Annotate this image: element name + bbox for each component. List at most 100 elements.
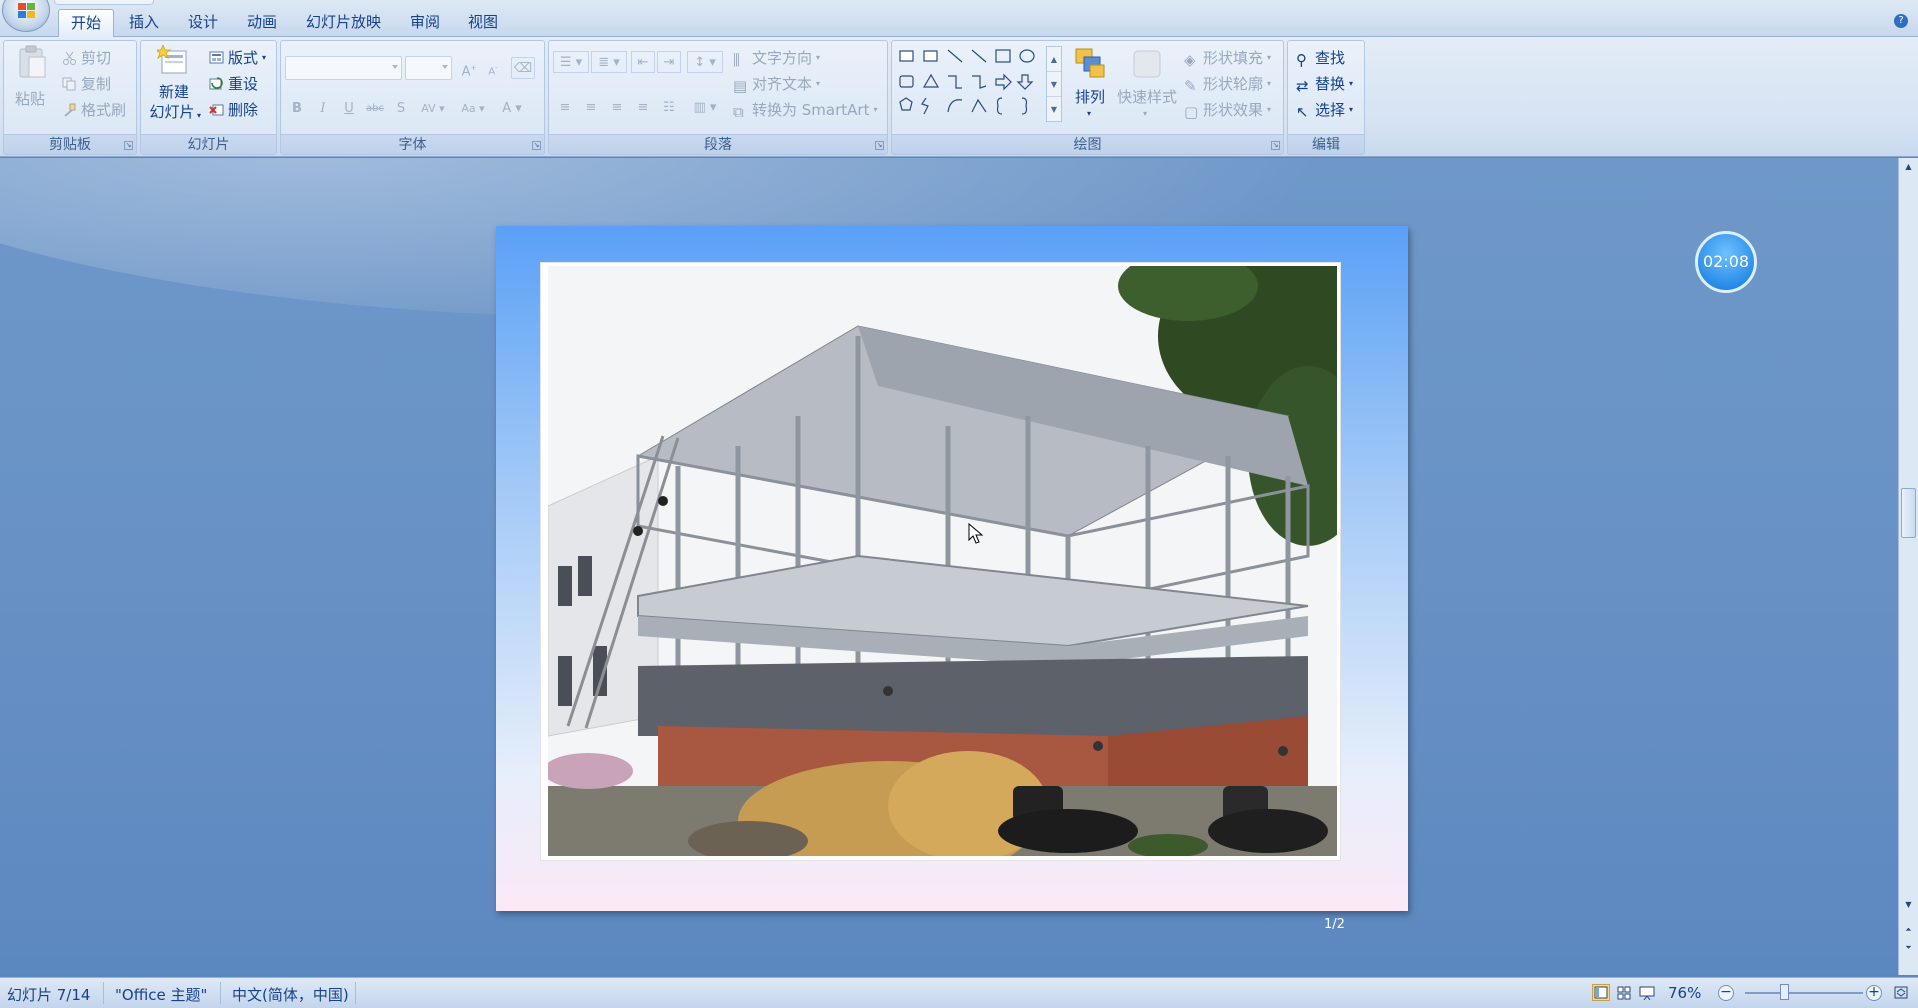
cut-label: 剪切 xyxy=(81,49,112,67)
shapes-gallery[interactable] xyxy=(896,46,1046,122)
replace-button[interactable]: ⇄ 替换 ▾ xyxy=(1296,73,1353,95)
zoom-out-icon[interactable]: − xyxy=(1718,985,1734,1001)
align-text-button[interactable]: ▤ 对齐文本 ▾ xyxy=(733,73,820,95)
office-button[interactable] xyxy=(2,0,50,32)
tab-review[interactable]: 审阅 xyxy=(398,9,452,37)
slide-editing-pane[interactable]: 1/2 xyxy=(0,158,1898,975)
line-spacing-button[interactable]: ↕ ▾ xyxy=(687,51,723,73)
align-left-button[interactable]: ≡ xyxy=(553,97,577,119)
fit-to-window-icon[interactable] xyxy=(1892,984,1910,1001)
clipboard-dialog-launcher-icon[interactable]: ↘ xyxy=(124,141,133,150)
bullets-button[interactable]: ☰ ▾ xyxy=(553,51,589,73)
zoom-in-icon[interactable]: + xyxy=(1866,985,1882,1001)
scroll-up-icon[interactable]: ▲ xyxy=(1901,160,1916,174)
paint-bucket-icon: ◈ xyxy=(1184,50,1196,69)
delete-slide-button[interactable]: 删除 xyxy=(209,99,258,120)
quick-styles-button[interactable]: 快速样式 ▾ xyxy=(1114,45,1180,131)
text-direction-button[interactable]: ⫼ 文字方向 ▾ xyxy=(733,47,820,69)
help-icon[interactable]: ? xyxy=(1894,14,1908,28)
layout-button[interactable]: 版式 ▾ xyxy=(209,47,266,68)
tab-insert[interactable]: 插入 xyxy=(117,9,171,37)
numbering-button[interactable]: ≣ ▾ xyxy=(591,51,627,73)
increase-indent-button[interactable]: ⇥ xyxy=(657,51,681,73)
font-name-combo[interactable] xyxy=(285,56,402,80)
decrease-indent-button[interactable]: ⇤ xyxy=(631,51,655,73)
new-slide-button[interactable]: 新建 幻灯片 ▾ xyxy=(144,45,204,133)
shape-effects-label: 形状效果 xyxy=(1203,101,1264,119)
status-bar: 幻灯片 7/14 "Office 主题" 中文(简体，中国) 76% − + xyxy=(0,977,1918,1008)
scroll-down-icon[interactable]: ▼ xyxy=(1901,898,1916,912)
shape-effects-button[interactable]: ▢ 形状效果 ▾ xyxy=(1184,99,1271,121)
columns-button[interactable]: ▥ ▾ xyxy=(687,97,723,119)
justify-icon: ≡ xyxy=(637,100,649,115)
tab-view[interactable]: 视图 xyxy=(456,9,510,37)
language-indicator[interactable]: 中文(简体，中国) xyxy=(232,984,349,1005)
status-separator xyxy=(355,982,356,1004)
quick-access-toolbar[interactable] xyxy=(54,0,154,5)
align-right-button[interactable]: ≡ xyxy=(605,97,629,119)
text-direction-icon: ⫼ xyxy=(733,50,740,69)
align-center-button[interactable]: ≡ xyxy=(579,97,603,119)
convert-smartart-button[interactable]: ⧉ 转换为 SmartArt ▾ xyxy=(733,99,877,121)
timer-badge: 02:08 xyxy=(1695,231,1757,293)
change-case-button[interactable]: Aa ▾ xyxy=(457,98,489,120)
previous-slide-icon[interactable]: ⏶ xyxy=(1901,923,1916,937)
find-button[interactable]: ⚲ 查找 xyxy=(1296,47,1346,69)
editing-group-label: 编辑 xyxy=(1288,134,1364,154)
chevron-up-icon[interactable]: ▲ xyxy=(1047,47,1061,72)
tab-design[interactable]: 设计 xyxy=(176,9,230,37)
theme-name: "Office 主题" xyxy=(115,986,208,1004)
next-slide-icon[interactable]: ⏷ xyxy=(1901,941,1916,955)
justify-button[interactable]: ≡ xyxy=(631,97,655,119)
paragraph-dialog-launcher-icon[interactable]: ↘ xyxy=(875,141,884,150)
arrange-button[interactable]: 排列 ▾ xyxy=(1068,45,1112,131)
font-dialog-launcher-icon[interactable]: ↘ xyxy=(532,141,541,150)
find-label: 查找 xyxy=(1315,49,1346,67)
zoom-slider-track[interactable] xyxy=(1745,992,1863,994)
italic-button[interactable]: I xyxy=(311,98,335,120)
normal-view-icon[interactable] xyxy=(1592,984,1610,1001)
copy-button[interactable]: 复制 xyxy=(62,73,111,94)
new-slide-icon xyxy=(157,45,187,74)
format-painter-button[interactable]: 格式刷 xyxy=(62,99,126,120)
new-slide-label-line2: 幻灯片 xyxy=(149,103,195,121)
shrink-font-button[interactable]: A- xyxy=(481,57,505,79)
zoom-slider-thumb[interactable] xyxy=(1780,984,1789,1000)
drawing-group: ▲ ▼ ▼ 排列 ▾ 快速样式 ▾ ◈ 形状填充 ▾ ✎ 形状轮廓 ▾ ▢ 形状效果 ▾ 绘图 … xyxy=(891,40,1284,155)
bold-button[interactable]: B xyxy=(285,98,309,120)
reset-button[interactable]: 重设 xyxy=(209,73,258,94)
slide-show-view-icon[interactable] xyxy=(1638,984,1656,1001)
text-shadow-button[interactable]: S xyxy=(389,98,413,120)
distributed-button[interactable]: ☷ xyxy=(657,97,681,119)
tab-animations[interactable]: 动画 xyxy=(235,9,289,37)
shapes-gallery-scroll[interactable]: ▲ ▼ ▼ xyxy=(1046,46,1062,122)
grow-font-button[interactable]: A+ xyxy=(457,57,481,79)
font-color-button[interactable]: A ▾ xyxy=(495,98,529,120)
slide-canvas[interactable]: 1/2 xyxy=(496,226,1408,932)
status-separator xyxy=(103,982,104,1004)
slides-group: 新建 幻灯片 ▾ 版式 ▾ 重设 删除 幻灯片 xyxy=(140,40,277,155)
drawing-dialog-launcher-icon[interactable]: ↘ xyxy=(1271,141,1280,150)
shape-outline-button[interactable]: ✎ 形状轮廓 ▾ xyxy=(1184,73,1271,95)
slide-sorter-view-icon[interactable] xyxy=(1615,984,1633,1001)
more-icon[interactable]: ▼ xyxy=(1047,97,1061,122)
vertical-scrollbar[interactable]: ▲ ▼ ⏶ ⏷ xyxy=(1898,158,1918,975)
cut-button[interactable]: 剪切 xyxy=(62,47,111,68)
convert-smartart-label: 转换为 SmartArt xyxy=(752,101,870,119)
tab-home[interactable]: 开始 xyxy=(58,9,115,37)
underline-button[interactable]: U xyxy=(337,98,361,120)
strikethrough-button[interactable]: abc xyxy=(363,98,387,120)
select-button[interactable]: ↖ 选择 ▾ xyxy=(1296,99,1353,121)
copy-label: 复制 xyxy=(81,75,112,93)
character-spacing-button[interactable]: AV ▾ xyxy=(417,98,449,120)
clipboard-group: 粘贴 剪切 复制 格式刷 剪贴板 ↘ xyxy=(3,40,137,155)
tab-slide-show[interactable]: 幻灯片放映 xyxy=(294,9,393,37)
slide-photo[interactable]: 1/2 xyxy=(540,262,1345,932)
chevron-down-icon[interactable]: ▼ xyxy=(1047,72,1061,97)
clear-format-button[interactable]: ⌫ xyxy=(511,57,535,79)
font-size-combo[interactable] xyxy=(405,56,452,80)
zoom-level[interactable]: 76% xyxy=(1668,984,1701,1002)
scrollbar-thumb[interactable] xyxy=(1901,488,1916,538)
paste-button[interactable]: 粘贴 xyxy=(10,45,50,129)
shape-fill-button[interactable]: ◈ 形状填充 ▾ xyxy=(1184,47,1271,69)
